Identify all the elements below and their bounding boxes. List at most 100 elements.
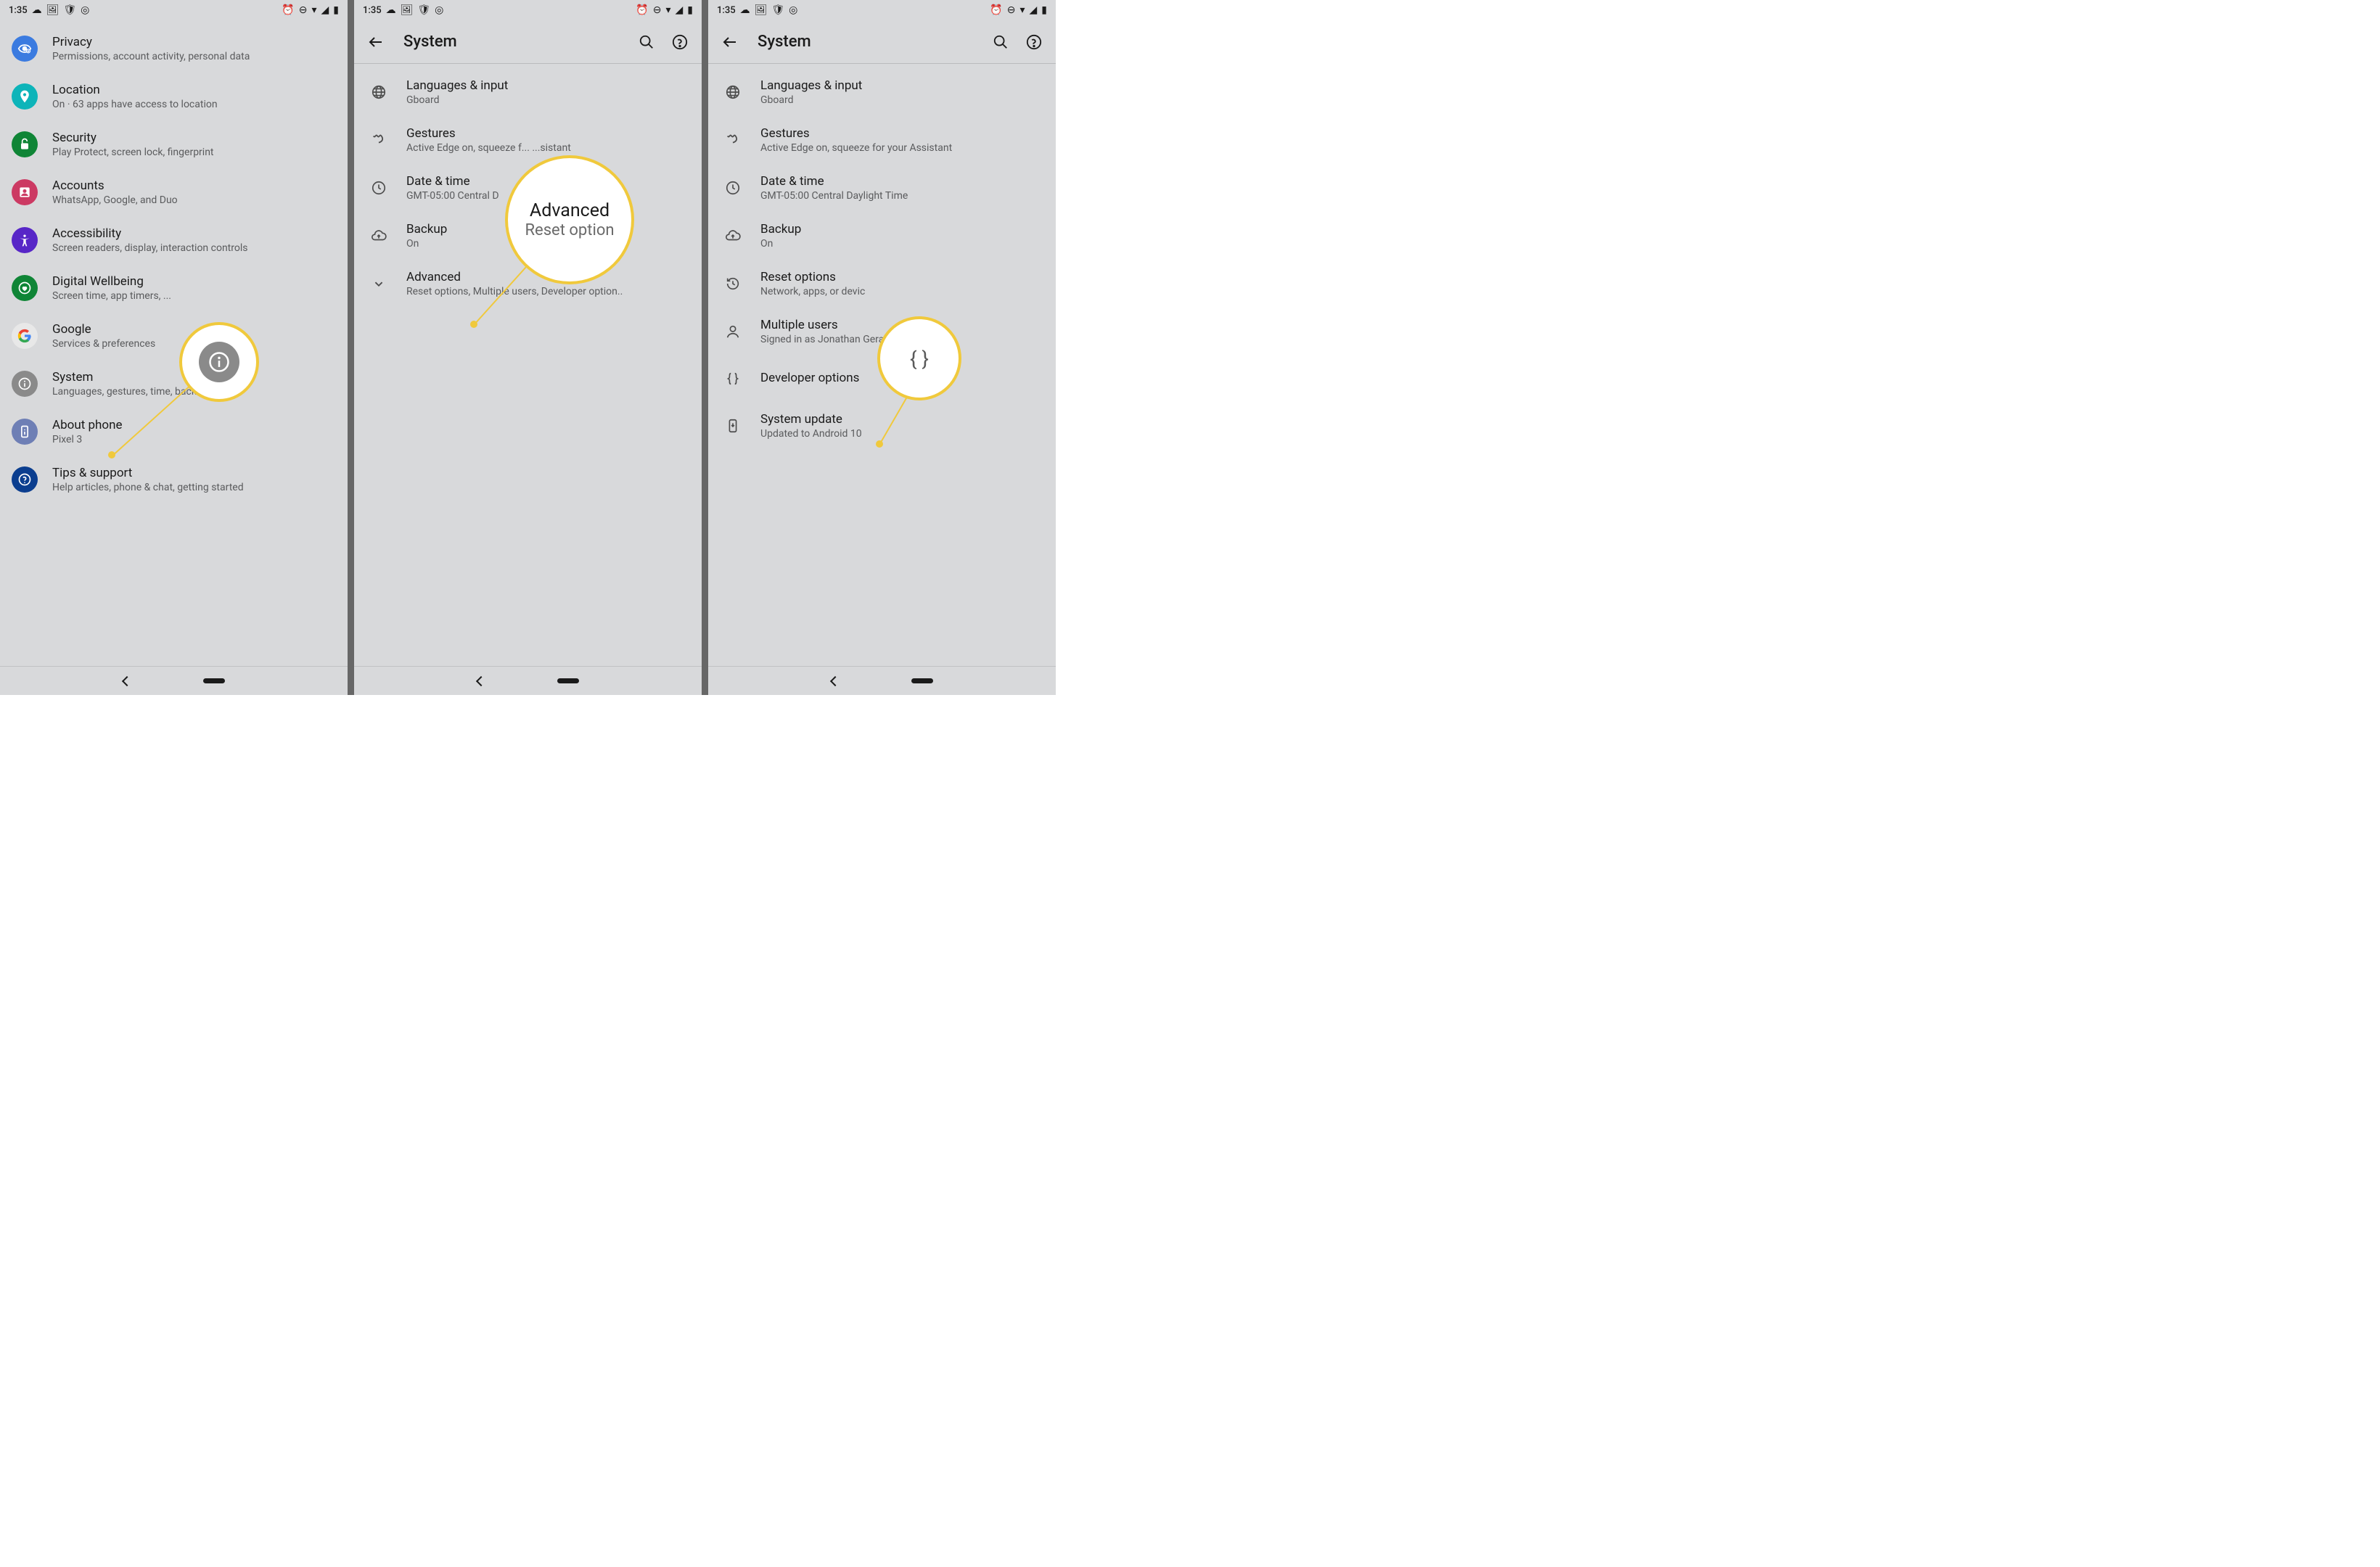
globe-icon: [366, 79, 392, 105]
app-title: System: [403, 33, 619, 51]
help-button[interactable]: [1024, 32, 1044, 52]
system-item-globe[interactable]: Languages & input Gboard: [354, 68, 702, 116]
nav-home-pill[interactable]: [911, 678, 933, 683]
help-button[interactable]: [670, 32, 690, 52]
signal-icon: ◢: [321, 5, 329, 15]
system-item-expand[interactable]: Advanced Reset options, Multiple users, …: [354, 260, 702, 308]
nav-bar: [354, 666, 702, 695]
item-title: Languages & input: [760, 78, 1044, 93]
battery-icon: ▮: [1041, 5, 1047, 15]
settings-item-google[interactable]: Google Services & preferences: [0, 312, 348, 360]
system-item-history[interactable]: Reset options Network, apps, or devic: [708, 260, 1056, 308]
status-bar: 1:35 ☁ 🖼 🛡 ◎ ⏰ ⊖ ▾ ◢ ▮: [354, 0, 702, 20]
panel-settings: 1:35 ☁ 🖼 🛡 ◎ ⏰ ⊖ ▾ ◢ ▮ Privacy Permissio…: [0, 0, 348, 695]
dnd-icon: ⊖: [299, 5, 308, 15]
security-icon: [12, 131, 38, 157]
item-title: Digital Wellbeing: [52, 274, 336, 289]
info-icon: [208, 351, 230, 373]
accounts-icon: [12, 179, 38, 205]
item-sub: WhatsApp, Google, and Duo: [52, 194, 336, 206]
dnd-icon: ⊖: [653, 5, 662, 15]
item-title: About phone: [52, 418, 336, 432]
braces-icon: [720, 366, 746, 392]
settings-item-help[interactable]: Tips & support Help articles, phone & ch…: [0, 456, 348, 503]
item-sub: On: [760, 238, 1044, 250]
callout-advanced: Advanced Reset option: [508, 158, 631, 281]
settings-item-location[interactable]: Location On · 63 apps have access to loc…: [0, 73, 348, 120]
nav-back-icon[interactable]: [829, 675, 840, 686]
status-time: 1:35: [717, 5, 736, 16]
status-bar: 1:35 ☁ 🖼 🛡 ◎ ⏰ ⊖ ▾ ◢ ▮: [708, 0, 1056, 20]
callout-sub: Reset option: [525, 221, 614, 239]
item-title: Backup: [760, 222, 1044, 237]
cloud-up-icon: [366, 223, 392, 249]
system-item-cloud-up[interactable]: Backup On: [708, 212, 1056, 260]
wifi-icon: ▾: [311, 5, 316, 15]
item-sub: Network, apps, or devic: [760, 286, 1044, 297]
nav-home-pill[interactable]: [557, 678, 579, 683]
app-bar: System: [354, 20, 702, 64]
nav-bar: [708, 666, 1056, 695]
system-list-expanded: Languages & input Gboard Gestures Active…: [708, 64, 1056, 450]
steam-icon: ◎: [435, 5, 443, 15]
item-title: Gestures: [760, 126, 1044, 141]
app-bar: System: [708, 20, 1056, 64]
system-update-icon: [720, 413, 746, 439]
cloud-up-icon: [720, 223, 746, 249]
system-item-clock[interactable]: Date & time GMT-05:00 Central Daylight T…: [708, 164, 1056, 212]
settings-item-security[interactable]: Security Play Protect, screen lock, fing…: [0, 120, 348, 168]
status-time: 1:35: [9, 5, 28, 16]
shield-icon: 🛡: [771, 5, 784, 15]
system-icon: [12, 371, 38, 397]
back-button[interactable]: [720, 32, 740, 52]
battery-icon: ▮: [687, 5, 693, 15]
item-sub: Active Edge on, squeeze f... ...sistant: [406, 142, 690, 154]
callout-system-icon: [182, 325, 256, 399]
item-sub: Screen readers, display, interaction con…: [52, 242, 336, 254]
app-title: System: [758, 33, 973, 51]
item-title: Tips & support: [52, 466, 336, 480]
gesture-icon: [366, 127, 392, 153]
settings-item-accessibility[interactable]: Accessibility Screen readers, display, i…: [0, 216, 348, 264]
nav-home-pill[interactable]: [203, 678, 225, 683]
settings-item-privacy[interactable]: Privacy Permissions, account activity, p…: [0, 25, 348, 73]
nav-back-icon[interactable]: [475, 675, 485, 686]
search-button[interactable]: [990, 32, 1011, 52]
item-sub: GMT-05:00 Central Daylight Time: [760, 190, 1044, 202]
system-item-gesture[interactable]: Gestures Active Edge on, squeeze for you…: [708, 116, 1056, 164]
settings-item-wellbeing[interactable]: Digital Wellbeing Screen time, app timer…: [0, 264, 348, 312]
globe-icon: [720, 79, 746, 105]
cloud-icon: ☁: [740, 5, 750, 15]
alarm-icon: ⏰: [636, 5, 648, 15]
settings-item-accounts[interactable]: Accounts WhatsApp, Google, and Duo: [0, 168, 348, 216]
shield-icon: 🛡: [417, 5, 430, 15]
cloud-icon: ☁: [32, 5, 42, 15]
item-sub: Permissions, account activity, personal …: [52, 51, 336, 62]
system-item-globe[interactable]: Languages & input Gboard: [708, 68, 1056, 116]
nav-back-icon[interactable]: [121, 675, 131, 686]
item-sub: Gboard: [406, 94, 690, 106]
search-button[interactable]: [636, 32, 657, 52]
google-icon: [12, 323, 38, 349]
settings-list: Privacy Permissions, account activity, p…: [0, 20, 348, 503]
privacy-icon: [12, 36, 38, 62]
signal-icon: ◢: [1030, 5, 1038, 15]
steam-icon: ◎: [789, 5, 797, 15]
alarm-icon: ⏰: [282, 5, 294, 15]
item-sub: Active Edge on, squeeze for your Assista…: [760, 142, 1044, 154]
clock-icon: [720, 175, 746, 201]
history-icon: [720, 271, 746, 297]
item-title: Security: [52, 131, 336, 145]
item-sub: Play Protect, screen lock, fingerprint: [52, 147, 336, 158]
system-item-gesture[interactable]: Gestures Active Edge on, squeeze f... ..…: [354, 116, 702, 164]
panel-system-collapsed: 1:35 ☁ 🖼 🛡 ◎ ⏰ ⊖ ▾ ◢ ▮ System: [354, 0, 702, 695]
item-title: Accounts: [52, 178, 336, 193]
image-icon: 🖼: [755, 5, 768, 15]
status-time: 1:35: [363, 5, 382, 16]
settings-item-about[interactable]: About phone Pixel 3: [0, 408, 348, 456]
help-icon: [12, 466, 38, 493]
accessibility-icon: [12, 227, 38, 253]
status-bar: 1:35 ☁ 🖼 🛡 ◎ ⏰ ⊖ ▾ ◢ ▮: [0, 0, 348, 20]
back-button[interactable]: [366, 32, 386, 52]
clock-icon: [366, 175, 392, 201]
